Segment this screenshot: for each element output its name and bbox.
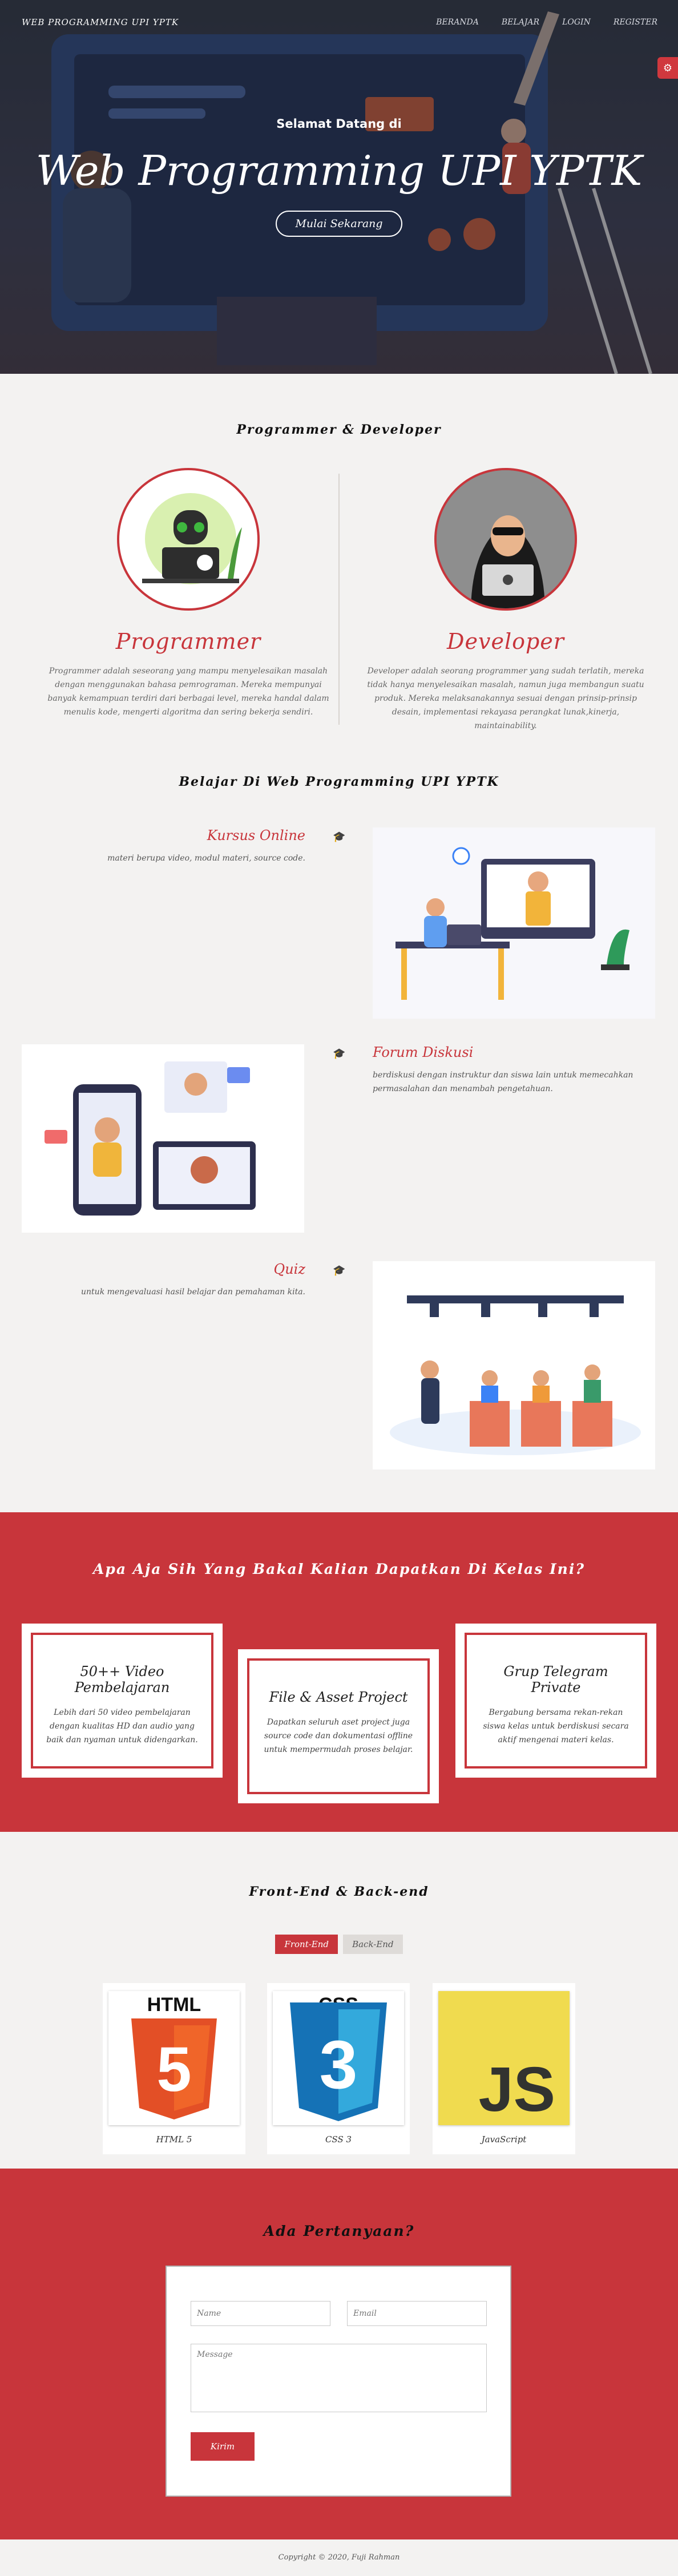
nav-link-login[interactable]: LOGIN	[562, 18, 591, 27]
learn-item-online-course: Kursus Online materi berupa video, modul…	[0, 827, 678, 1019]
benefit-card-inner: Grup Telegram Private Bergabung bersama …	[465, 1633, 647, 1769]
benefit-card-description: Dapatkan seluruh aset project juga sourc…	[264, 1718, 413, 1754]
programmer-description: Programmer adalah seseorang yang mampu m…	[47, 667, 329, 717]
benefit-card-description: Lebih dari 50 video pembelajaran dengan …	[46, 1708, 198, 1745]
graduation-cap-icon: 🎓	[333, 1048, 346, 1060]
learn-description: materi berupa video, modul materi, sourc…	[107, 854, 305, 863]
hero-section: WEB PROGRAMMING UPI YPTK BERANDA BELAJAR…	[0, 0, 678, 374]
tech-card-css[interactable]: CSS 3 CSS 3	[267, 1983, 410, 2154]
start-now-button[interactable]: Mulai Sekarang	[276, 211, 402, 237]
nav-links: BERANDA BELAJAR LOGIN REGISTER	[436, 18, 657, 27]
tech-card-html[interactable]: HTML 5 HTML 5	[103, 1983, 245, 2154]
benefit-card-assets: File & Asset Project Dapatkan seluruh as…	[238, 1649, 439, 1803]
learn-title: Kursus Online	[207, 827, 305, 843]
hero-greeting: Selamat Datang di	[276, 117, 402, 131]
gear-icon: ⚙	[663, 62, 673, 74]
nav-link-belajar[interactable]: BELAJAR	[502, 18, 539, 27]
nav-link-beranda[interactable]: BERANDA	[436, 18, 479, 27]
roles-section-title: Programmer & Developer	[236, 422, 442, 437]
roles-section: Programmer Programmer adalah seseorang y…	[0, 468, 678, 730]
tech-section-title: Front-End & Back-end	[249, 1884, 429, 1899]
graduation-cap-icon: 🎓	[333, 1265, 346, 1277]
html5-logo: HTML 5	[108, 1991, 240, 2125]
contact-section: Ada Pertanyaan? Kirim	[0, 2169, 678, 2539]
learn-section-title: Belajar Di Web Programming UPI YPTK	[179, 774, 499, 789]
roles-divider	[338, 474, 340, 725]
benefits-section-title: Apa Aja Sih Yang Bakal Kalian Dapatkan D…	[92, 1561, 586, 1577]
top-nav: WEB PROGRAMMING UPI YPTK BERANDA BELAJAR…	[0, 0, 678, 45]
developer-description: Developer adalah seorang programmer yang…	[367, 667, 644, 730]
benefit-card-telegram: Grup Telegram Private Bergabung bersama …	[455, 1624, 656, 1778]
developer-title: Developer	[447, 629, 564, 654]
tech-label: HTML 5	[156, 2134, 192, 2145]
benefit-card-video: 50++ Video Pembelajaran Lebih dari 50 vi…	[22, 1624, 223, 1778]
developer-illustration	[437, 470, 575, 608]
learn-text-block: Kursus Online materi berupa video, modul…	[9, 827, 305, 865]
benefit-card-description: Bergabung bersama rekan-rekan siswa kela…	[483, 1708, 629, 1745]
learn-title: Quiz	[273, 1261, 305, 1277]
settings-toggle-button[interactable]: ⚙	[657, 57, 678, 79]
css-logo-digit: 3	[320, 2026, 358, 2103]
tech-card-javascript[interactable]: JS JavaScript	[433, 1983, 575, 2154]
benefit-card-inner: 50++ Video Pembelajaran Lebih dari 50 vi…	[31, 1633, 213, 1769]
benefits-section: Apa Aja Sih Yang Bakal Kalian Dapatkan D…	[0, 1512, 678, 1832]
benefit-card-inner: File & Asset Project Dapatkan seluruh as…	[247, 1658, 430, 1794]
message-textarea[interactable]	[191, 2344, 487, 2412]
javascript-logo: JS	[438, 1991, 570, 2125]
learn-text-block: Quiz untuk mengevaluasi hasil belajar da…	[9, 1261, 305, 1299]
hero-text: Selamat Datang di Web Programming UPI YP…	[0, 117, 678, 237]
programmer-title: Programmer	[115, 629, 261, 654]
send-button[interactable]: Kirim	[191, 2432, 255, 2461]
css3-logo: CSS 3	[273, 1991, 404, 2125]
benefit-card-title: Grup Telegram Private	[503, 1664, 608, 1695]
html-logo-text: HTML	[147, 1994, 201, 2016]
tech-label: CSS 3	[325, 2134, 352, 2145]
developer-avatar	[434, 468, 577, 611]
online-course-illustration	[373, 827, 655, 1019]
programmer-illustration	[142, 493, 242, 584]
benefit-card-title: File & Asset Project	[269, 1689, 408, 1705]
discussion-forum-illustration	[22, 1044, 304, 1233]
tab-front-end[interactable]: Front-End	[275, 1935, 338, 1954]
learn-description: berdiskusi dengan instruktur dan siswa l…	[373, 1071, 633, 1093]
contact-section-title: Ada Pertanyaan?	[263, 2223, 415, 2239]
learn-title: Forum Diskusi	[373, 1044, 474, 1060]
programmer-card: Programmer Programmer adalah seseorang y…	[46, 468, 331, 719]
nav-link-register[interactable]: REGISTER	[614, 18, 657, 27]
tech-tabs: Front-End Back-End	[0, 1935, 678, 1954]
brand-logo[interactable]: WEB PROGRAMMING UPI YPTK	[22, 17, 179, 27]
tab-back-end[interactable]: Back-End	[343, 1935, 403, 1954]
contact-form: Kirim	[166, 2266, 511, 2497]
name-input[interactable]	[191, 2301, 330, 2326]
graduation-cap-icon: 🎓	[333, 831, 346, 843]
learn-description: untuk mengevaluasi hasil belajar dan pem…	[81, 1287, 305, 1297]
js-logo-text: JS	[478, 2054, 555, 2125]
learn-text-block: Forum Diskusi berdiskusi dengan instrukt…	[373, 1044, 669, 1096]
html-logo-digit: 5	[156, 2034, 191, 2105]
learn-item-quiz: Quiz untuk mengevaluasi hasil belajar da…	[0, 1261, 678, 1469]
quiz-illustration	[373, 1261, 655, 1469]
programmer-avatar	[117, 468, 260, 611]
tech-label: JavaScript	[481, 2134, 527, 2145]
email-input[interactable]	[347, 2301, 487, 2326]
copyright-text: Copyright © 2020, Fuji Rahman	[278, 2553, 400, 2562]
benefit-card-title: 50++ Video Pembelajaran	[74, 1664, 170, 1695]
footer: Copyright © 2020, Fuji Rahman	[0, 2539, 678, 2576]
hero-title: Web Programming UPI YPTK	[35, 147, 643, 195]
learn-item-discussion-forum: 🎓 Forum Diskusi berdiskusi dengan instru…	[0, 1044, 678, 1235]
developer-card: Developer Developer adalah seorang progr…	[363, 468, 648, 733]
